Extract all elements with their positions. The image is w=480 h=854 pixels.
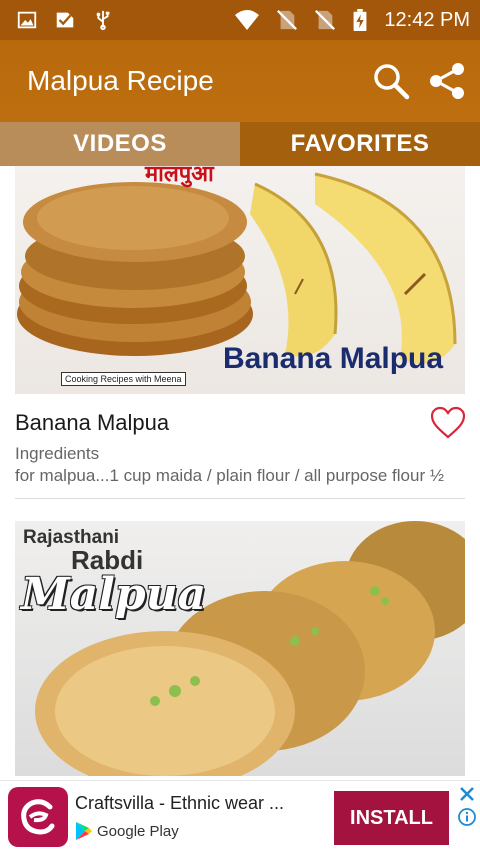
recipe-title[interactable]: Banana Malpua (15, 410, 169, 436)
recipe-thumbnail[interactable]: Rajasthani Rabdi Malpua (15, 521, 465, 776)
tab-bar: VIDEOS FAVORITES (0, 122, 480, 166)
check-ticket-icon (56, 12, 74, 28)
app-actions (370, 60, 480, 102)
thumbnail-title-text: Banana Malpua (223, 342, 444, 375)
image-icon (17, 11, 37, 29)
ad-store: Google Play (75, 821, 179, 841)
ad-store-label: Google Play (97, 822, 179, 840)
heart-outline-icon (430, 406, 466, 439)
close-icon[interactable] (457, 784, 477, 804)
thumbnail-top-text: मालपुआ (145, 166, 214, 187)
thumbnail-line-3: Malpua (21, 569, 207, 620)
app-title: Malpua Recipe (27, 65, 214, 96)
status-right-icons: 12:42 PM (234, 9, 480, 32)
search-icon (374, 64, 410, 100)
ad-title[interactable]: Craftsvilla - Ethnic wear ... (75, 793, 284, 814)
battery-charging-icon (353, 9, 367, 31)
recipe-thumbnail[interactable]: मालपुआ Banana Malpua Cooking Recipes wit… (15, 166, 465, 394)
share-button[interactable] (426, 60, 468, 102)
status-time: 12:42 PM (384, 8, 470, 31)
info-icon[interactable] (457, 807, 477, 827)
usb-icon (96, 10, 110, 31)
phone-screen: 12:42 PM Malpua Recipe VIDEOS FAVORITES (0, 0, 480, 854)
no-sim-icon (277, 10, 298, 30)
status-left-icons (0, 9, 114, 31)
favorite-button[interactable] (430, 406, 468, 442)
recipe-list[interactable]: मालपुआ Banana Malpua Cooking Recipes wit… (0, 166, 480, 780)
google-play-icon (76, 822, 92, 840)
ad-banner[interactable]: Craftsvilla - Ethnic wear ... Google Pla… (0, 780, 480, 854)
no-sim-icon (315, 10, 336, 30)
craftsvilla-c-icon (21, 799, 55, 835)
status-bar: 12:42 PM (0, 0, 480, 40)
install-button[interactable]: INSTALL (334, 791, 449, 845)
search-button[interactable] (370, 60, 412, 102)
tab-favorites[interactable]: FAVORITES (240, 122, 480, 166)
tab-videos[interactable]: VIDEOS (0, 122, 240, 166)
thumbnail-credit: Cooking Recipes with Meena (61, 372, 186, 386)
recipe-subtitle: Ingredients (15, 444, 100, 463)
craftsvilla-logo[interactable] (8, 787, 68, 847)
recipe-description: for malpua...1 cup maida / plain flour /… (15, 466, 445, 485)
app-bar: Malpua Recipe (0, 40, 480, 122)
wifi-icon (235, 10, 260, 30)
card-divider (15, 498, 465, 499)
share-icon (430, 63, 464, 99)
